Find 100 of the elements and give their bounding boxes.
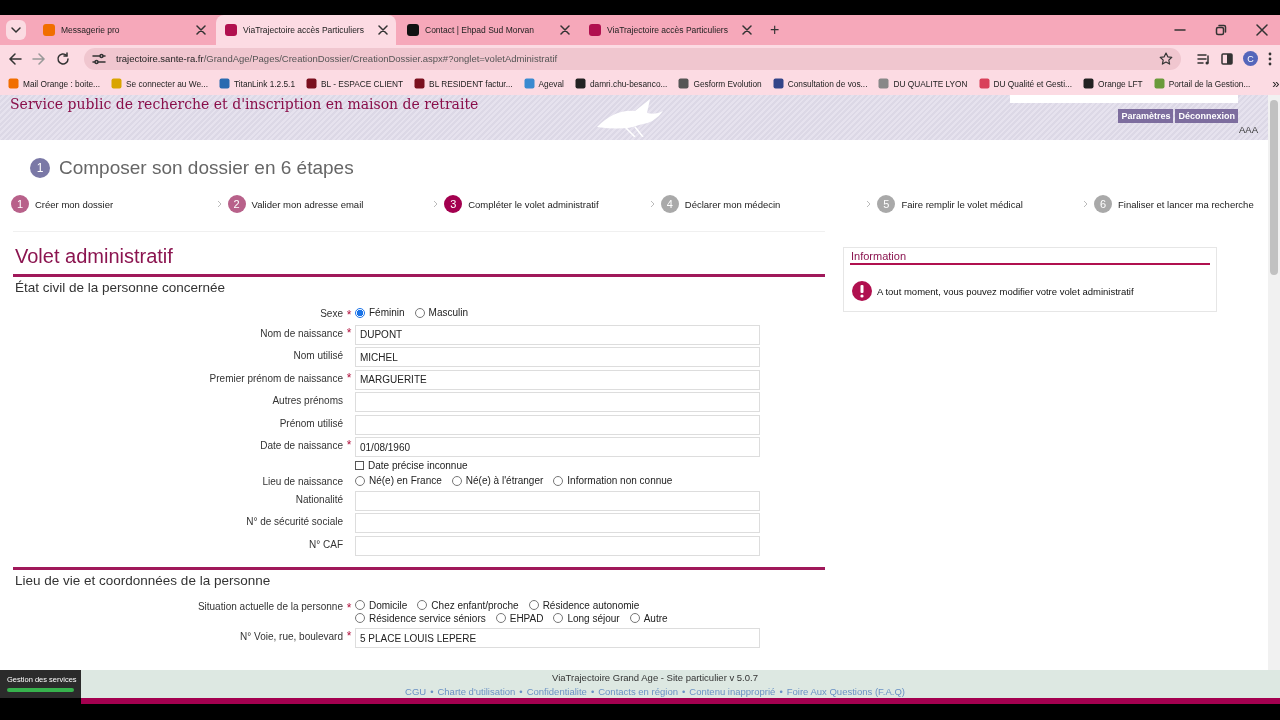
radio-button[interactable] [355, 307, 365, 318]
bookmark[interactable]: TitanLink 1.2.5.1 [218, 78, 295, 89]
radio-button[interactable] [528, 600, 539, 610]
checkbox-label[interactable]: Date précise inconnue [368, 459, 468, 471]
radio-button[interactable] [553, 613, 564, 623]
required-mark: * [346, 600, 352, 615]
header-button[interactable]: Paramètres [1118, 109, 1174, 123]
radio-label[interactable]: Long séjour [567, 612, 620, 624]
media-controls-icon[interactable] [1197, 52, 1211, 65]
back-icon[interactable] [8, 51, 22, 66]
field-label: N° de sécurité sociale [246, 516, 343, 527]
radio-button[interactable] [355, 475, 365, 486]
field-label: Autres prénoms [272, 395, 343, 406]
close-icon[interactable] [196, 25, 206, 35]
radio-button[interactable] [355, 613, 365, 623]
radio-label[interactable]: Né(e) à l'étranger [465, 475, 544, 486]
bookmark[interactable]: DU Qualité et Gesti... [978, 78, 1072, 89]
browser-tab[interactable]: ViaTrajectoire accès Particuliers [580, 15, 760, 45]
close-icon[interactable] [378, 25, 388, 35]
step-label[interactable]: Compléter le volet administratif [468, 198, 599, 210]
step-label[interactable]: Faire remplir le volet médical [901, 198, 1023, 210]
separator-dot: • [779, 685, 783, 697]
radio-button[interactable] [629, 613, 640, 623]
bookmark[interactable]: BL - ESPACE CLIENT [306, 78, 404, 89]
forward-icon[interactable] [32, 51, 46, 66]
bookmark[interactable]: Mail Orange : boite... [8, 78, 100, 89]
chevron-icon [866, 200, 872, 208]
favicon-icon [523, 78, 535, 89]
separator-dot: • [590, 685, 595, 697]
bookmark[interactable]: Se connecter au We... [111, 78, 208, 89]
radio-button[interactable] [355, 600, 365, 610]
bookmark[interactable]: DU QUALITE LYON [878, 78, 968, 89]
address-bar[interactable]: trajectoire.sante-ra.fr/GrandAge/Pages/CreationDossier/CreationDossier.aspx#?onglet=voletAdministratif [84, 47, 1181, 70]
info-title: Information [850, 250, 1210, 265]
bookmark[interactable]: BL RESIDENT factur... [414, 78, 513, 89]
site-title: Service public de recherche et d'inscription en maison de retraite [9, 95, 480, 112]
radio-label[interactable]: Résidence service séniors [369, 612, 486, 624]
radio-button[interactable] [495, 613, 506, 623]
text-field[interactable] [355, 392, 760, 412]
bookmark[interactable]: Gesform Evolution [678, 78, 762, 89]
favicon-icon [1153, 78, 1165, 89]
chevron-icon [649, 200, 655, 208]
browser-tab[interactable]: Messagerie pro [34, 15, 214, 45]
star-icon[interactable] [1159, 51, 1173, 66]
text-field[interactable]: MARGUERITE [355, 369, 760, 390]
reload-icon[interactable] [56, 51, 70, 66]
new-tab-button[interactable]: + [762, 21, 788, 39]
text-field[interactable] [355, 513, 760, 533]
text-field[interactable]: MICHEL [355, 347, 760, 367]
separator-dot: • [681, 685, 686, 697]
browser-tab[interactable]: ViaTrajectoire accès Particuliers [216, 15, 396, 45]
radio-button[interactable] [553, 475, 564, 486]
radio-label[interactable]: Information non connue [567, 475, 673, 486]
radio-label[interactable]: Féminin [369, 307, 405, 318]
radio-label[interactable]: Chez enfant/proche [431, 599, 519, 611]
radio-label[interactable]: Autre [643, 612, 668, 624]
close-icon[interactable] [1256, 24, 1268, 36]
bird-drawing [595, 97, 665, 137]
text-field[interactable]: 01/08/1960 [355, 437, 760, 457]
step-label[interactable]: Créer mon dossier [35, 198, 114, 210]
close-icon[interactable] [560, 25, 570, 35]
required-mark: * [346, 438, 352, 452]
bookmark[interactable]: Ageval [523, 78, 564, 89]
restore-icon[interactable] [1215, 24, 1227, 36]
step-label[interactable]: Valider mon adresse email [251, 198, 364, 210]
step-label[interactable]: Finaliser et lancer ma recherche [1117, 198, 1254, 210]
scrollbar[interactable] [1268, 95, 1280, 670]
text-field[interactable] [355, 490, 760, 511]
header-button[interactable]: Déconnexion [1175, 109, 1238, 123]
text-field[interactable]: DUPONT [355, 324, 760, 345]
bookmark[interactable]: damri.chu-besanco... [574, 78, 668, 89]
close-icon[interactable] [742, 25, 752, 35]
radio-button[interactable] [414, 307, 425, 318]
browser-tab[interactable]: Contact | Ehpad Sud Morvan [398, 15, 578, 45]
checkbox[interactable] [355, 460, 364, 470]
radio-label[interactable]: Né(e) en France [369, 475, 442, 486]
step-label[interactable]: Déclarer mon médecin [684, 198, 781, 210]
radio-label[interactable]: Domicile [369, 599, 408, 611]
site-info-icon [92, 52, 106, 65]
radio-button[interactable] [417, 600, 428, 610]
radio-label[interactable]: Résidence autonomie [542, 599, 640, 611]
radio-label[interactable]: Masculin [428, 307, 469, 318]
bookmark[interactable]: Portail de la Gestion... [1153, 78, 1251, 89]
text-field[interactable]: 5 PLACE LOUIS LEPERE [355, 628, 760, 648]
url-text: trajectoire.sante-ra.fr/GrandAge/Pages/CreationDossier/CreationDossier.aspx#?onglet=voletAdministratif [116, 53, 559, 64]
bookmark[interactable]: Consultation de vos... [772, 78, 868, 89]
steps-title: Composer son dossier en 6 étapes [59, 157, 354, 179]
bookmark[interactable]: Orange LFT [1082, 78, 1143, 89]
radio-button[interactable] [451, 475, 462, 486]
tab-list-icon[interactable] [6, 20, 26, 40]
text-field[interactable] [355, 535, 760, 556]
more-bookmarks-button[interactable]: » [1272, 76, 1280, 91]
text-field[interactable] [355, 414, 760, 435]
radio-label[interactable]: EHPAD [509, 612, 544, 624]
profile-avatar[interactable]: C [1243, 51, 1258, 66]
menu-icon[interactable] [1268, 51, 1272, 66]
font-size-buttons[interactable]: AAA [1239, 124, 1258, 135]
field-label: Nationalité [295, 493, 343, 505]
side-panel-icon[interactable] [1221, 52, 1233, 65]
scrollbar-thumb[interactable] [1270, 100, 1278, 275]
